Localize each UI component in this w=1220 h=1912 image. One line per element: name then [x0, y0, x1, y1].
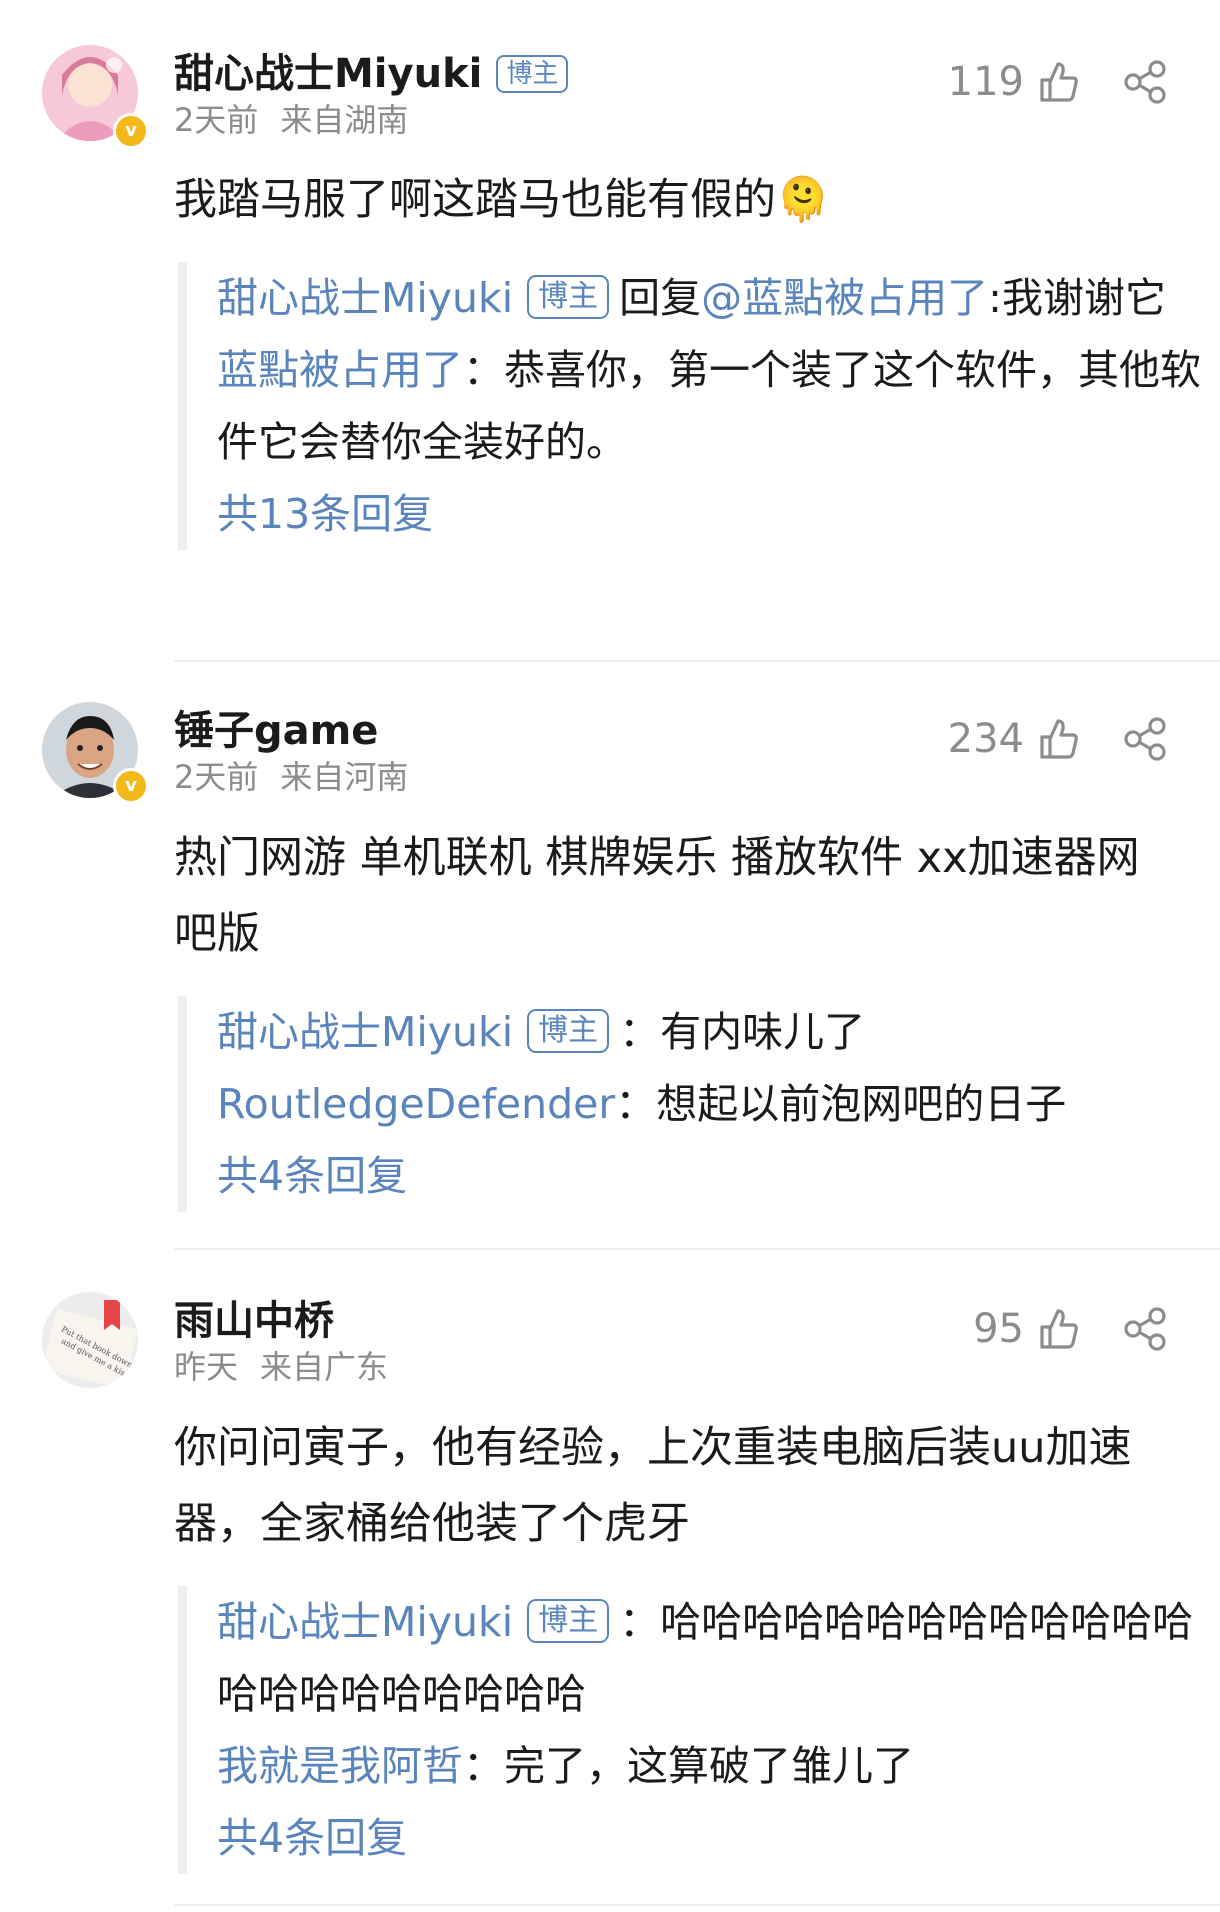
share-icon[interactable]: [1122, 1307, 1168, 1351]
username[interactable]: 锤子game: [174, 707, 378, 755]
comment-text: 你问问寅子，他有经验，上次重装电脑后装uu加速器，全家桶给他装了个虎牙: [174, 1423, 1132, 1549]
reply-line[interactable]: 甜心战士Miyuki 博主 ：有内味儿了: [217, 996, 1207, 1068]
reply-prefix: 回复: [619, 274, 702, 322]
reply-line[interactable]: 甜心战士Miyuki 博主 回复@蓝點被占用了:我谢谢它: [217, 262, 1207, 334]
reply-line[interactable]: 我就是我阿哲：完了，这算破了雏儿了: [217, 1730, 1207, 1802]
reply-author[interactable]: RoutledgeDefender: [217, 1080, 615, 1128]
thumbs-up-icon[interactable]: [1036, 1307, 1080, 1351]
reply-preview[interactable]: 甜心战士Miyuki 博主 ：哈哈哈哈哈哈哈哈哈哈哈哈哈哈哈哈哈哈哈哈哈哈 我就是我…: [178, 1586, 1207, 1874]
reply-preview[interactable]: 甜心战士Miyuki 博主 回复@蓝點被占用了:我谢谢它 蓝點被占用了：恭喜你，第一…: [178, 262, 1207, 550]
username[interactable]: 雨山中桥: [174, 1297, 334, 1345]
comment-meta: 2天前 来自湖南: [174, 100, 408, 140]
reply-author[interactable]: 我就是我阿哲: [217, 1742, 463, 1790]
divider: [174, 1904, 1220, 1906]
comment-actions: 119: [948, 52, 1168, 112]
author-badge: 博主: [496, 55, 569, 93]
reply-author[interactable]: 甜心战士Miyuki: [217, 1008, 513, 1056]
comment-location: 来自广东: [260, 1348, 389, 1386]
share-icon[interactable]: [1122, 60, 1168, 104]
author-badge: 博主: [527, 275, 610, 319]
reply-line[interactable]: 蓝點被占用了：恭喜你，第一个装了这个软件，其他软件它会替你全装好的。: [217, 334, 1207, 478]
comment-text: 我踏马服了啊这踏马也能有假的🫠: [174, 175, 830, 225]
reply-line[interactable]: 甜心战士Miyuki 博主 ：哈哈哈哈哈哈哈哈哈哈哈哈哈哈哈哈哈哈哈哈哈哈: [217, 1586, 1207, 1730]
verified-icon: v: [113, 113, 149, 149]
avatar[interactable]: Put that book down and give me a kiss: [42, 1292, 138, 1388]
reply-text: ：想起以前泡网吧的日子: [615, 1080, 1067, 1128]
comment-time: 2天前: [174, 101, 259, 139]
thumbs-up-icon[interactable]: [1036, 60, 1080, 104]
comment-text: 热门网游 单机联机 棋牌娱乐 播放软件 xx加速器网吧版: [174, 833, 1140, 959]
author-badge: 博主: [527, 1009, 610, 1053]
username[interactable]: 甜心战士Miyuki 博主: [174, 50, 569, 98]
divider: [174, 1248, 1220, 1250]
like-count: 95: [973, 1306, 1024, 1352]
comment-location: 来自湖南: [280, 101, 409, 139]
reply-preview[interactable]: 甜心战士Miyuki 博主 ：有内味儿了 RoutledgeDefender：想起以…: [178, 996, 1207, 1212]
comment-meta: 2天前 来自河南: [174, 757, 408, 797]
avatar-image: Put that book down and give me a kiss: [42, 1292, 138, 1388]
comment-location: 来自河南: [280, 758, 409, 796]
thumbs-up-icon[interactable]: [1036, 717, 1080, 761]
share-icon[interactable]: [1122, 717, 1168, 761]
reply-line[interactable]: RoutledgeDefender：想起以前泡网吧的日子: [217, 1068, 1207, 1140]
comment-actions: 95: [973, 1299, 1168, 1359]
author-badge: 博主: [527, 1599, 610, 1643]
comment-actions: 234: [948, 709, 1168, 769]
verified-icon: v: [113, 768, 149, 804]
more-replies-link[interactable]: 共13条回复: [217, 478, 1207, 550]
divider: [174, 660, 1220, 662]
comment-time: 2天前: [174, 758, 259, 796]
reply-text: ：完了，这算破了雏儿了: [463, 1742, 914, 1790]
reply-author[interactable]: 甜心战士Miyuki: [217, 274, 513, 322]
like-count: 234: [947, 716, 1024, 762]
reply-author[interactable]: 蓝點被占用了: [217, 346, 463, 394]
reply-text: ：有内味儿了: [619, 1008, 866, 1056]
username-text: 甜心战士Miyuki: [174, 51, 483, 97]
reply-text: :我谢谢它: [988, 274, 1166, 322]
username-text: 锤子game: [174, 708, 379, 754]
comment-time: 昨天: [174, 1348, 239, 1386]
reply-mention[interactable]: @蓝點被占用了: [701, 274, 988, 322]
like-count: 119: [947, 59, 1024, 105]
more-replies-link[interactable]: 共4条回复: [217, 1802, 1207, 1874]
reply-author[interactable]: 甜心战士Miyuki: [217, 1598, 513, 1646]
more-replies-link[interactable]: 共4条回复: [217, 1140, 1207, 1212]
comment-meta: 昨天 来自广东: [174, 1347, 388, 1387]
username-text: 雨山中桥: [174, 1298, 334, 1344]
